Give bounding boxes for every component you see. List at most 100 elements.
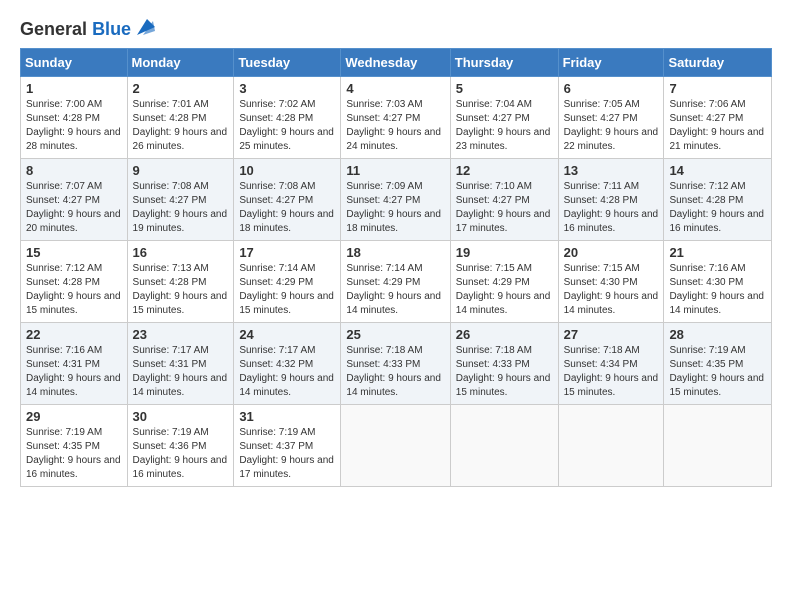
calendar-cell xyxy=(664,405,772,487)
logo-bird-icon xyxy=(133,17,155,39)
calendar-table: SundayMondayTuesdayWednesdayThursdayFrid… xyxy=(20,48,772,487)
day-number: 13 xyxy=(564,163,659,178)
day-number: 18 xyxy=(346,245,444,260)
day-number: 6 xyxy=(564,81,659,96)
day-number: 20 xyxy=(564,245,659,260)
day-number: 29 xyxy=(26,409,122,424)
day-info: Sunrise: 7:19 AMSunset: 4:35 PMDaylight:… xyxy=(669,345,764,398)
calendar-cell: 1 Sunrise: 7:00 AMSunset: 4:28 PMDayligh… xyxy=(21,77,128,159)
calendar-week-row: 1 Sunrise: 7:00 AMSunset: 4:28 PMDayligh… xyxy=(21,77,772,159)
day-number: 31 xyxy=(239,409,335,424)
header-tuesday: Tuesday xyxy=(234,49,341,77)
calendar-cell xyxy=(450,405,558,487)
day-info: Sunrise: 7:18 AMSunset: 4:33 PMDaylight:… xyxy=(456,345,551,398)
day-info: Sunrise: 7:15 AMSunset: 4:30 PMDaylight:… xyxy=(564,263,659,316)
calendar-week-row: 29 Sunrise: 7:19 AMSunset: 4:35 PMDaylig… xyxy=(21,405,772,487)
day-info: Sunrise: 7:08 AMSunset: 4:27 PMDaylight:… xyxy=(239,181,334,234)
calendar-cell: 17 Sunrise: 7:14 AMSunset: 4:29 PMDaylig… xyxy=(234,241,341,323)
day-number: 25 xyxy=(346,327,444,342)
calendar-cell: 6 Sunrise: 7:05 AMSunset: 4:27 PMDayligh… xyxy=(558,77,664,159)
calendar-cell: 15 Sunrise: 7:12 AMSunset: 4:28 PMDaylig… xyxy=(21,241,128,323)
calendar-cell: 21 Sunrise: 7:16 AMSunset: 4:30 PMDaylig… xyxy=(664,241,772,323)
day-number: 8 xyxy=(26,163,122,178)
calendar-cell xyxy=(558,405,664,487)
calendar-cell: 29 Sunrise: 7:19 AMSunset: 4:35 PMDaylig… xyxy=(21,405,128,487)
calendar-cell: 26 Sunrise: 7:18 AMSunset: 4:33 PMDaylig… xyxy=(450,323,558,405)
day-number: 26 xyxy=(456,327,553,342)
day-number: 9 xyxy=(133,163,229,178)
day-info: Sunrise: 7:02 AMSunset: 4:28 PMDaylight:… xyxy=(239,99,334,152)
day-number: 7 xyxy=(669,81,766,96)
logo: General Blue xyxy=(20,20,155,40)
calendar-cell: 20 Sunrise: 7:15 AMSunset: 4:30 PMDaylig… xyxy=(558,241,664,323)
day-number: 3 xyxy=(239,81,335,96)
calendar-cell: 23 Sunrise: 7:17 AMSunset: 4:31 PMDaylig… xyxy=(127,323,234,405)
header-sunday: Sunday xyxy=(21,49,128,77)
calendar-cell: 28 Sunrise: 7:19 AMSunset: 4:35 PMDaylig… xyxy=(664,323,772,405)
header-wednesday: Wednesday xyxy=(341,49,450,77)
calendar-cell: 14 Sunrise: 7:12 AMSunset: 4:28 PMDaylig… xyxy=(664,159,772,241)
day-info: Sunrise: 7:17 AMSunset: 4:32 PMDaylight:… xyxy=(239,345,334,398)
calendar-cell: 12 Sunrise: 7:10 AMSunset: 4:27 PMDaylig… xyxy=(450,159,558,241)
day-number: 4 xyxy=(346,81,444,96)
day-number: 11 xyxy=(346,163,444,178)
day-info: Sunrise: 7:08 AMSunset: 4:27 PMDaylight:… xyxy=(133,181,228,234)
day-info: Sunrise: 7:03 AMSunset: 4:27 PMDaylight:… xyxy=(346,99,441,152)
page-header: General Blue xyxy=(20,16,772,40)
header-friday: Friday xyxy=(558,49,664,77)
day-info: Sunrise: 7:19 AMSunset: 4:37 PMDaylight:… xyxy=(239,427,334,480)
day-number: 24 xyxy=(239,327,335,342)
day-number: 17 xyxy=(239,245,335,260)
day-number: 22 xyxy=(26,327,122,342)
day-number: 5 xyxy=(456,81,553,96)
day-number: 2 xyxy=(133,81,229,96)
calendar-cell: 9 Sunrise: 7:08 AMSunset: 4:27 PMDayligh… xyxy=(127,159,234,241)
day-info: Sunrise: 7:12 AMSunset: 4:28 PMDaylight:… xyxy=(26,263,121,316)
day-number: 28 xyxy=(669,327,766,342)
day-number: 16 xyxy=(133,245,229,260)
day-number: 23 xyxy=(133,327,229,342)
day-info: Sunrise: 7:09 AMSunset: 4:27 PMDaylight:… xyxy=(346,181,441,234)
day-number: 30 xyxy=(133,409,229,424)
day-number: 21 xyxy=(669,245,766,260)
calendar-cell: 5 Sunrise: 7:04 AMSunset: 4:27 PMDayligh… xyxy=(450,77,558,159)
day-info: Sunrise: 7:07 AMSunset: 4:27 PMDaylight:… xyxy=(26,181,121,234)
calendar-cell: 4 Sunrise: 7:03 AMSunset: 4:27 PMDayligh… xyxy=(341,77,450,159)
logo-blue-text: Blue xyxy=(92,19,131,39)
day-info: Sunrise: 7:19 AMSunset: 4:35 PMDaylight:… xyxy=(26,427,121,480)
day-info: Sunrise: 7:14 AMSunset: 4:29 PMDaylight:… xyxy=(239,263,334,316)
day-info: Sunrise: 7:19 AMSunset: 4:36 PMDaylight:… xyxy=(133,427,228,480)
day-number: 10 xyxy=(239,163,335,178)
day-info: Sunrise: 7:00 AMSunset: 4:28 PMDaylight:… xyxy=(26,99,121,152)
calendar-cell: 27 Sunrise: 7:18 AMSunset: 4:34 PMDaylig… xyxy=(558,323,664,405)
calendar-cell: 24 Sunrise: 7:17 AMSunset: 4:32 PMDaylig… xyxy=(234,323,341,405)
calendar-cell: 10 Sunrise: 7:08 AMSunset: 4:27 PMDaylig… xyxy=(234,159,341,241)
day-info: Sunrise: 7:18 AMSunset: 4:34 PMDaylight:… xyxy=(564,345,659,398)
day-info: Sunrise: 7:12 AMSunset: 4:28 PMDaylight:… xyxy=(669,181,764,234)
day-info: Sunrise: 7:01 AMSunset: 4:28 PMDaylight:… xyxy=(133,99,228,152)
calendar-cell: 13 Sunrise: 7:11 AMSunset: 4:28 PMDaylig… xyxy=(558,159,664,241)
day-number: 12 xyxy=(456,163,553,178)
header-thursday: Thursday xyxy=(450,49,558,77)
day-info: Sunrise: 7:04 AMSunset: 4:27 PMDaylight:… xyxy=(456,99,551,152)
day-number: 1 xyxy=(26,81,122,96)
day-info: Sunrise: 7:05 AMSunset: 4:27 PMDaylight:… xyxy=(564,99,659,152)
calendar-cell: 18 Sunrise: 7:14 AMSunset: 4:29 PMDaylig… xyxy=(341,241,450,323)
calendar-week-row: 15 Sunrise: 7:12 AMSunset: 4:28 PMDaylig… xyxy=(21,241,772,323)
calendar-cell: 30 Sunrise: 7:19 AMSunset: 4:36 PMDaylig… xyxy=(127,405,234,487)
calendar-header-row: SundayMondayTuesdayWednesdayThursdayFrid… xyxy=(21,49,772,77)
calendar-cell: 8 Sunrise: 7:07 AMSunset: 4:27 PMDayligh… xyxy=(21,159,128,241)
day-number: 27 xyxy=(564,327,659,342)
calendar-cell: 7 Sunrise: 7:06 AMSunset: 4:27 PMDayligh… xyxy=(664,77,772,159)
logo-text: General xyxy=(20,19,92,39)
calendar-cell: 19 Sunrise: 7:15 AMSunset: 4:29 PMDaylig… xyxy=(450,241,558,323)
day-info: Sunrise: 7:18 AMSunset: 4:33 PMDaylight:… xyxy=(346,345,441,398)
day-info: Sunrise: 7:14 AMSunset: 4:29 PMDaylight:… xyxy=(346,263,441,316)
calendar-cell: 31 Sunrise: 7:19 AMSunset: 4:37 PMDaylig… xyxy=(234,405,341,487)
day-info: Sunrise: 7:13 AMSunset: 4:28 PMDaylight:… xyxy=(133,263,228,316)
day-info: Sunrise: 7:16 AMSunset: 4:31 PMDaylight:… xyxy=(26,345,121,398)
day-number: 19 xyxy=(456,245,553,260)
calendar-cell xyxy=(341,405,450,487)
day-number: 15 xyxy=(26,245,122,260)
day-info: Sunrise: 7:16 AMSunset: 4:30 PMDaylight:… xyxy=(669,263,764,316)
